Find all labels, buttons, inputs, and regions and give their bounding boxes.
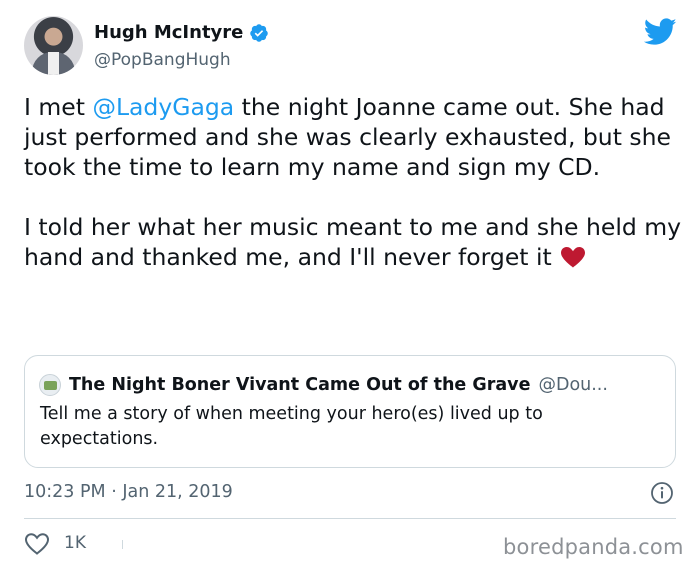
watermark-text: boredpanda.com <box>503 535 684 559</box>
author-avatar[interactable] <box>24 16 83 75</box>
like-count[interactable]: 1K <box>64 533 86 553</box>
quoted-tweet-card[interactable]: The Night Boner Vivant Came Out of the G… <box>24 355 676 468</box>
verified-badge-icon <box>250 23 269 42</box>
avatar-shirt <box>48 52 59 75</box>
action-separator <box>122 540 123 549</box>
tweet-timestamp[interactable]: 10:23 PM · Jan 21, 2019 <box>24 482 233 502</box>
quoted-tweet-header: The Night Boner Vivant Came Out of the G… <box>39 374 608 396</box>
info-icon[interactable] <box>650 481 674 505</box>
quoted-tweet-text: Tell me a story of when meeting your her… <box>40 404 543 449</box>
tweet-text-start: I met <box>24 93 93 121</box>
author-name-row[interactable]: Hugh McIntyre <box>94 22 269 43</box>
author-handle[interactable]: @PopBangHugh <box>94 50 231 70</box>
quoted-author-handle: @Dou... <box>538 375 608 395</box>
tweet-body: I met @LadyGaga the night Joanne came ou… <box>24 92 684 272</box>
author-display-name[interactable]: Hugh McIntyre <box>94 22 243 43</box>
heart-icon <box>560 247 585 268</box>
twitter-bird-icon[interactable] <box>644 18 677 46</box>
like-heart-outline-icon[interactable] <box>24 532 50 556</box>
quoted-author-name: The Night Boner Vivant Came Out of the G… <box>69 375 531 395</box>
quoted-author-avatar <box>39 374 61 396</box>
actions-divider <box>24 518 676 519</box>
mention-link[interactable]: @LadyGaga <box>92 93 234 121</box>
